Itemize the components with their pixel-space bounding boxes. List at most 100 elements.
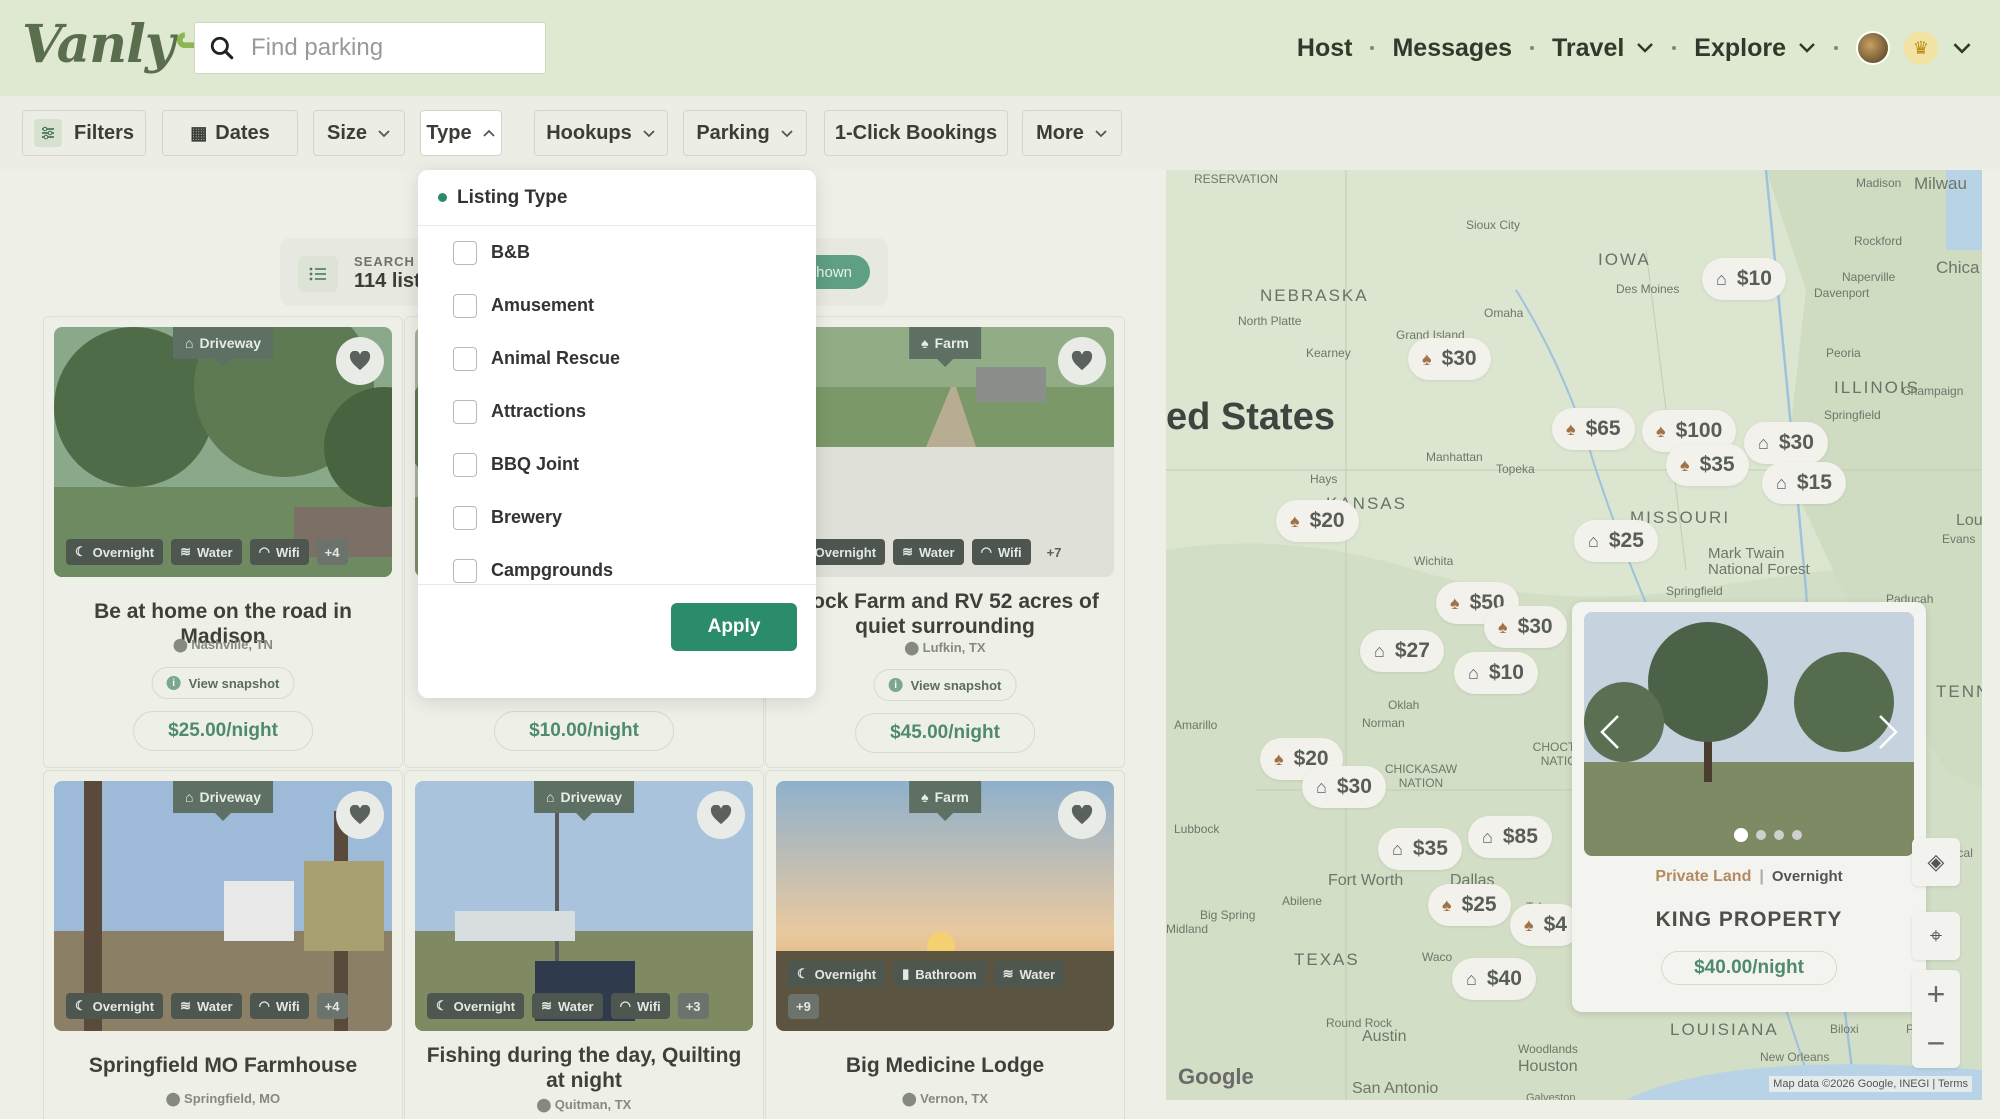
map-price-pin[interactable]: ♠ $4: [1510, 904, 1581, 946]
chevron-right-icon[interactable]: [1876, 712, 1900, 752]
listing-photo[interactable]: ⌂ Driveway ☾ Overnight ≋ Water ◠ Wifi +3: [415, 781, 753, 1031]
vanly-logo[interactable]: Vanly↪: [22, 14, 218, 75]
zoom-in-button[interactable]: +: [1912, 970, 1960, 1019]
nav-messages[interactable]: Messages: [1392, 34, 1512, 63]
checkbox[interactable]: [453, 452, 477, 477]
option-attractions[interactable]: Attractions: [418, 385, 816, 438]
map-price-pin[interactable]: ⌂ $10: [1702, 258, 1786, 300]
chevron-down-icon[interactable]: [1952, 42, 1972, 55]
amenity-bathroom: ▮ Bathroom: [893, 961, 986, 987]
checkbox[interactable]: [453, 240, 477, 265]
carousel-dot-active[interactable]: [1734, 828, 1748, 842]
tree-icon: ♠: [1274, 748, 1284, 769]
checkbox[interactable]: [453, 346, 477, 371]
map-price-pin[interactable]: ⌂ $30: [1302, 766, 1386, 808]
checkbox[interactable]: [453, 399, 477, 424]
chevron-left-icon[interactable]: [1598, 712, 1622, 752]
user-avatar[interactable]: [1856, 31, 1890, 65]
preview-photo[interactable]: [1584, 612, 1914, 856]
listing-title[interactable]: Fishing during the day, Quilting at nigh…: [405, 1043, 763, 1093]
map-price-pin[interactable]: ⌂ $30: [1744, 422, 1828, 464]
amenity-water: ≋ Water: [171, 993, 242, 1019]
listing-title[interactable]: Big Medicine Lodge: [766, 1053, 1124, 1078]
favorite-heart-button[interactable]: [697, 791, 745, 839]
map-price-pin[interactable]: ⌂ $85: [1468, 816, 1552, 858]
map-price-pin[interactable]: ♠ $35: [1666, 444, 1749, 486]
list-icon[interactable]: [298, 256, 338, 292]
more-button[interactable]: More: [1022, 110, 1122, 156]
apply-button[interactable]: Apply: [671, 603, 797, 651]
option-campgrounds[interactable]: Campgrounds: [418, 544, 816, 584]
map-view[interactable]: RESERVATION NEBRASKA IOWA ILLINOIS KANSA…: [1166, 170, 1982, 1100]
hookups-button[interactable]: Hookups: [534, 110, 668, 156]
carousel-dot[interactable]: [1774, 830, 1784, 840]
parking-button[interactable]: Parking: [683, 110, 807, 156]
listing-title[interactable]: Springfield MO Farmhouse: [44, 1053, 402, 1078]
map-price-pin[interactable]: ♠ $65: [1552, 408, 1635, 450]
option-amusement[interactable]: Amusement: [418, 279, 816, 332]
listing-card[interactable]: ⌂ Driveway ☾ Overnight ≋ Water ◠ Wifi +3 Fis…: [404, 770, 764, 1119]
favorite-heart-button[interactable]: [1058, 791, 1106, 839]
dates-button[interactable]: ▦ Dates: [162, 110, 298, 156]
preview-title[interactable]: KING PROPERTY: [1572, 908, 1926, 932]
carousel-dot[interactable]: [1792, 830, 1802, 840]
dropdown-footer: Apply: [418, 584, 816, 698]
zoom-out-button[interactable]: −: [1912, 1019, 1960, 1068]
carousel-dot[interactable]: [1756, 830, 1766, 840]
nav-explore[interactable]: Explore: [1694, 34, 1816, 63]
amenity-more: +4: [316, 539, 348, 565]
view-snapshot-button[interactable]: i View snapshot: [151, 667, 295, 699]
listing-card[interactable]: ⌂ Driveway ☾ Overnight ≋ Water ◠ Wifi +4 Spr…: [43, 770, 403, 1119]
listing-photo[interactable]: ♠ Farm ☾ Overnight ▮ Bathroom ≋ Water +9: [776, 781, 1114, 1031]
search-input[interactable]: [251, 34, 531, 62]
listing-card[interactable]: ♠Farm ☾Overnight ≋Water ◠Wifi +7 hrock F…: [765, 316, 1125, 768]
preview-price: $40.00/night: [1661, 951, 1837, 985]
crown-icon[interactable]: ♛: [1904, 31, 1938, 65]
size-button[interactable]: Size: [313, 110, 405, 156]
dropdown-header: Listing Type: [418, 170, 816, 226]
listing-title[interactable]: hrock Farm and RV 52 acres of quiet surr…: [766, 589, 1124, 639]
option-brewery[interactable]: Brewery: [418, 491, 816, 544]
checkbox[interactable]: [453, 505, 477, 530]
listing-location: ⬤ Vernon, TX: [901, 1091, 989, 1106]
favorite-heart-button[interactable]: [1058, 337, 1106, 385]
option-bbq-joint[interactable]: BBQ Joint: [418, 438, 816, 491]
nav-host[interactable]: Host: [1297, 34, 1353, 63]
nav-travel[interactable]: Travel: [1552, 34, 1654, 63]
map-price-pin[interactable]: ⌂ $35: [1378, 828, 1462, 870]
map-price-pin[interactable]: ⌂ $10: [1454, 652, 1538, 694]
map-listing-preview[interactable]: Private Land | Overnight KING PROPERTY $40…: [1572, 602, 1926, 1012]
listing-type-options[interactable]: B&B Amusement Animal Rescue Attractions …: [418, 226, 816, 584]
location-pin-icon: ⬤: [173, 637, 192, 652]
layers-button[interactable]: ◈: [1912, 838, 1960, 886]
map-price-pin[interactable]: ⌂ $40: [1452, 958, 1536, 1000]
map-price-pin[interactable]: ⌂ $27: [1360, 630, 1444, 672]
view-snapshot-button[interactable]: i View snapshot: [873, 669, 1017, 701]
type-button[interactable]: Type: [420, 110, 502, 156]
map-price-pin[interactable]: ♠ $30: [1408, 338, 1491, 380]
home-icon: ⌂: [1716, 268, 1727, 289]
checkbox[interactable]: [453, 293, 477, 318]
listing-photo[interactable]: ⌂ Driveway ☾ Overnight ≋ Water ◠ Wifi +4: [54, 781, 392, 1031]
map-price-pin[interactable]: ♠ $20: [1276, 500, 1359, 542]
favorite-heart-button[interactable]: [336, 791, 384, 839]
checkbox[interactable]: [453, 558, 477, 583]
map-price-pin[interactable]: ♠ $25: [1428, 884, 1511, 926]
listing-card[interactable]: ⌂ Driveway ☾ Overnight ≋ Water ◠ Wifi +4 Be …: [43, 316, 403, 768]
listing-card[interactable]: ♠ Farm ☾ Overnight ▮ Bathroom ≋ Water +9 Big…: [765, 770, 1125, 1119]
option-bnb[interactable]: B&B: [418, 226, 816, 279]
one-click-bookings-button[interactable]: 1-Click Bookings: [824, 110, 1008, 156]
listing-photo[interactable]: ♠Farm ☾Overnight ≋Water ◠Wifi +7: [776, 327, 1114, 577]
terms-link[interactable]: Terms: [1938, 1078, 1968, 1090]
option-animal-rescue[interactable]: Animal Rescue: [418, 332, 816, 385]
favorite-heart-button[interactable]: [336, 337, 384, 385]
locate-button[interactable]: ⌖: [1912, 912, 1960, 960]
map-price-pin[interactable]: ⌂ $25: [1574, 520, 1658, 562]
amenity-more: +3: [677, 993, 709, 1019]
search-bar[interactable]: [194, 22, 546, 74]
filters-button[interactable]: Filters: [22, 110, 146, 156]
location-pin-icon: ⬤: [904, 640, 923, 655]
map-price-pin[interactable]: ♠ $30: [1484, 606, 1567, 648]
listing-photo[interactable]: ⌂ Driveway ☾ Overnight ≋ Water ◠ Wifi +4: [54, 327, 392, 577]
map-price-pin[interactable]: ⌂ $15: [1762, 462, 1846, 504]
